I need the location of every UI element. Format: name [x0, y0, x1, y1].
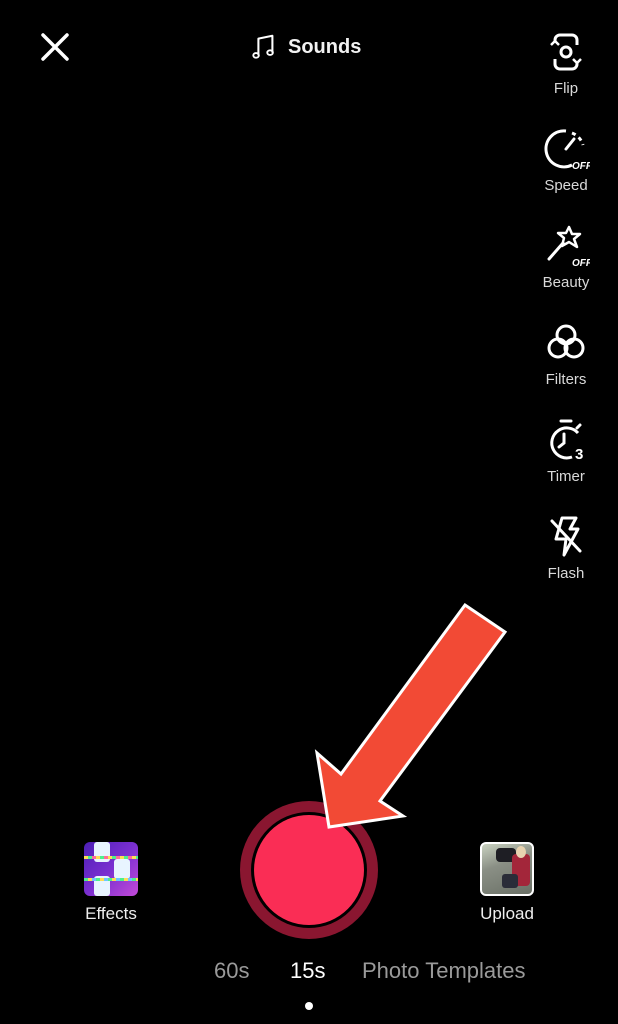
timer-button[interactable]: 3 Timer: [530, 416, 602, 485]
flash-off-icon: [550, 516, 582, 557]
speed-button[interactable]: OFF Speed: [530, 125, 602, 194]
close-button[interactable]: [38, 30, 72, 64]
sounds-button[interactable]: Sounds: [250, 32, 361, 62]
svg-text:OFF: OFF: [572, 161, 590, 172]
mode-selector: 60s 15s Photo Templates: [0, 958, 618, 988]
beauty-label: Beauty: [542, 274, 590, 291]
music-note-icon: [252, 34, 274, 59]
upload-button[interactable]: Upload: [468, 842, 546, 924]
svg-text:3: 3: [575, 446, 583, 463]
flash-button[interactable]: Flash: [530, 513, 602, 582]
flash-label: Flash: [547, 565, 585, 582]
speed-icon: OFF: [544, 129, 590, 172]
mode-60s[interactable]: 60s: [214, 958, 249, 984]
speed-label: Speed: [544, 177, 588, 194]
arrow-shape: [314, 602, 508, 829]
flip-camera-icon: [550, 33, 582, 71]
timer-label: Timer: [547, 468, 585, 485]
record-button[interactable]: [240, 801, 378, 939]
filters-label: Filters: [545, 371, 587, 388]
sounds-label: Sounds: [288, 35, 362, 58]
filters-icon: [547, 324, 585, 359]
timer-icon: 3: [550, 419, 583, 463]
mode-photo-templates[interactable]: Photo Templates: [362, 958, 525, 984]
upload-thumbnail: [480, 842, 534, 896]
effects-label: Effects: [85, 904, 137, 923]
close-icon: [41, 33, 69, 61]
beauty-wand-icon: OFF: [547, 225, 590, 269]
effects-button[interactable]: Effects: [72, 842, 150, 924]
svg-text:OFF: OFF: [572, 258, 590, 269]
mode-15s[interactable]: 15s: [290, 958, 325, 984]
flip-label: Flip: [553, 80, 579, 97]
filters-button[interactable]: Filters: [530, 319, 602, 388]
flip-button[interactable]: Flip: [530, 28, 602, 97]
beauty-button[interactable]: OFF Beauty: [530, 222, 602, 291]
record-button-inner: [254, 815, 364, 925]
active-mode-indicator: [305, 1002, 313, 1010]
effects-thumbnail: [84, 842, 138, 896]
upload-label: Upload: [480, 904, 534, 923]
